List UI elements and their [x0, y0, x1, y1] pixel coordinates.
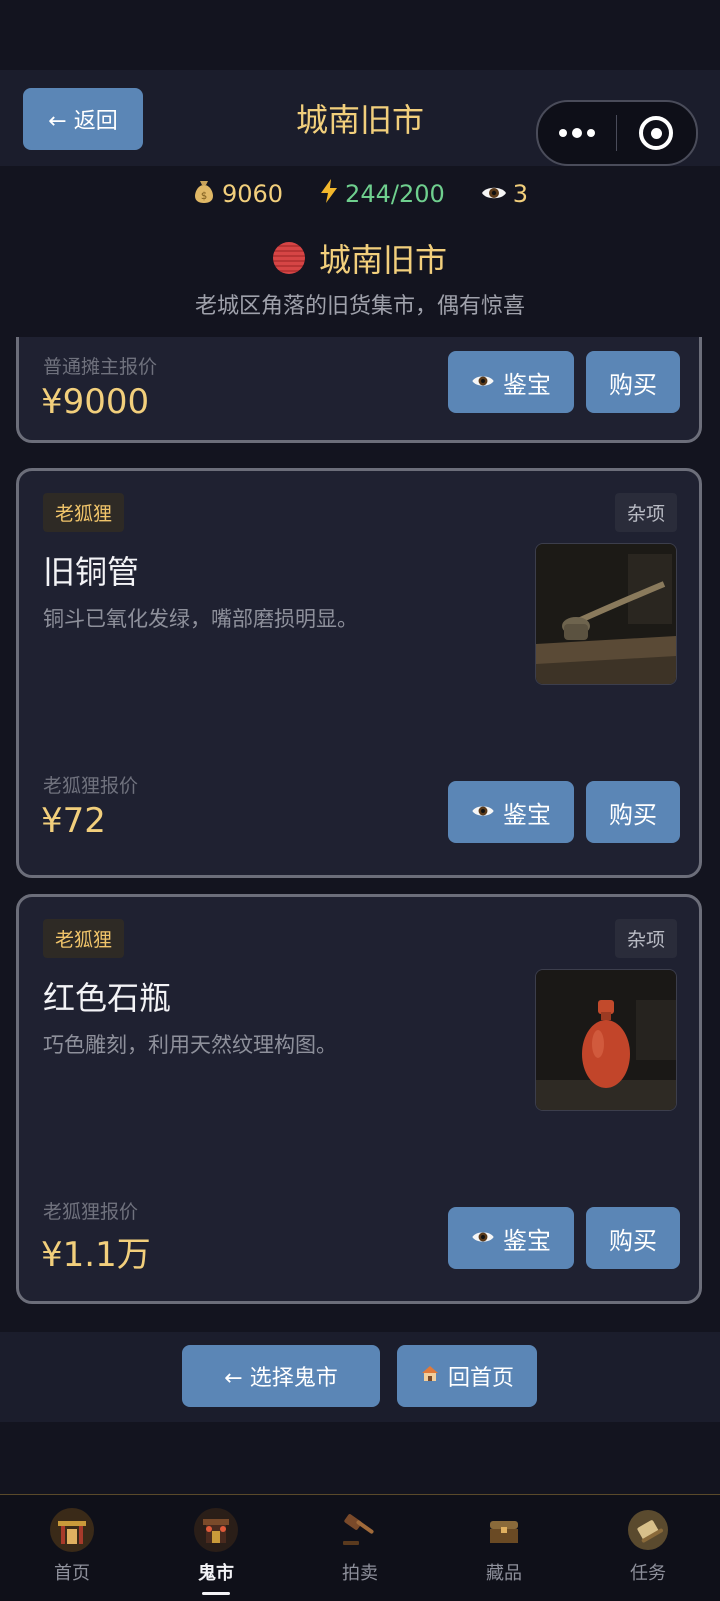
item-card: 老狐狸 杂项 红色石瓶 巧色雕刻，利用天然纹理构图。 老狐狸报价 ¥1.1万 鉴…	[16, 894, 702, 1304]
tab-label: 任务	[630, 1563, 666, 1584]
buy-label: 购买	[609, 800, 657, 829]
item-card: 普通摊主报价 ¥9000 鉴宝 购买	[16, 337, 702, 443]
bottle-image	[536, 970, 676, 1110]
item-list[interactable]: 普通摊主报价 ¥9000 鉴宝 购买 老狐狸 杂项 旧铜管 铜斗已氧化发绿，嘴部…	[0, 337, 720, 1332]
market-description: 老城区角落的旧货集市，偶有惊喜	[194, 294, 525, 319]
price-value: ¥72	[41, 801, 106, 841]
eye-icon	[481, 180, 507, 208]
item-description: 铜斗已氧化发绿，嘴部磨损明显。	[43, 607, 358, 631]
house-icon	[420, 1363, 440, 1389]
money-stat: $ 9060	[192, 178, 283, 210]
price-label: 普通摊主报价	[43, 356, 158, 378]
appraise-button[interactable]: 鉴宝	[448, 351, 574, 413]
appraise-label: 鉴宝	[503, 800, 551, 829]
price-label: 老狐狸报价	[43, 775, 139, 797]
seller-tag: 老狐狸	[43, 919, 125, 958]
market-heading: 城南旧市	[0, 234, 720, 282]
buy-button[interactable]: 购买	[586, 1207, 680, 1269]
home-label: 回首页	[447, 1366, 514, 1391]
item-name: 旧铜管	[43, 553, 140, 591]
lantern-icon	[272, 242, 305, 274]
gavel-icon	[337, 1507, 383, 1553]
miniprogram-capsule	[536, 100, 698, 166]
category-tag: 杂项	[614, 493, 677, 532]
home-button[interactable]: 回首页	[397, 1345, 537, 1407]
close-miniprogram-icon[interactable]	[617, 102, 695, 164]
tab-label: 鬼市	[198, 1563, 234, 1584]
gate-icon	[49, 1507, 95, 1553]
tab-market[interactable]: 鬼市	[144, 1495, 288, 1601]
buy-button[interactable]: 购买	[586, 781, 680, 843]
market-name: 城南旧市	[318, 241, 447, 279]
item-thumbnail[interactable]	[535, 969, 677, 1111]
status-bar	[0, 0, 720, 70]
money-bag-icon: $	[192, 178, 216, 210]
item-description: 巧色雕刻，利用天然纹理构图。	[43, 1033, 337, 1057]
price-value: ¥1.1万	[41, 1235, 151, 1275]
eye-icon	[471, 1226, 495, 1251]
item-name: 红色石瓶	[43, 979, 172, 1017]
market-icon	[193, 1507, 239, 1553]
select-market-button[interactable]: ← 选择鬼市	[182, 1345, 380, 1407]
back-button-label: ← 返回	[48, 109, 118, 134]
views-stat: 3	[481, 180, 528, 208]
tab-label: 首页	[54, 1563, 90, 1584]
buy-label: 购买	[609, 1226, 657, 1255]
tab-bar: 首页 鬼市 拍卖 藏品 任务	[0, 1494, 720, 1601]
eye-icon	[471, 370, 495, 395]
price-label: 老狐狸报价	[43, 1201, 139, 1223]
player-stats: $ 9060 244/200 3	[0, 174, 720, 214]
tab-auction[interactable]: 拍卖	[288, 1495, 432, 1601]
eye-icon	[471, 800, 495, 825]
appraise-label: 鉴宝	[503, 1226, 551, 1255]
energy-value: 244/200	[345, 180, 445, 208]
tab-home[interactable]: 首页	[0, 1495, 144, 1601]
tab-label: 拍卖	[342, 1563, 378, 1584]
lightning-icon	[319, 178, 339, 210]
tab-label: 藏品	[486, 1563, 522, 1584]
back-button[interactable]: ← 返回	[23, 88, 143, 150]
appraise-label: 鉴宝	[503, 370, 551, 399]
buy-button[interactable]: 购买	[586, 351, 680, 413]
money-value: 9060	[221, 180, 284, 208]
chest-icon	[481, 1507, 527, 1553]
tab-tasks[interactable]: 任务	[576, 1495, 720, 1601]
price-value: ¥9000	[41, 382, 150, 422]
seller-tag: 老狐狸	[43, 493, 125, 532]
buy-label: 购买	[609, 370, 657, 399]
tab-collection[interactable]: 藏品	[432, 1495, 576, 1601]
appraise-button[interactable]: 鉴宝	[448, 781, 574, 843]
select-market-label: ← 选择鬼市	[224, 1366, 338, 1391]
item-card: 老狐狸 杂项 旧铜管 铜斗已氧化发绿，嘴部磨损明显。 老狐狸报价 ¥72 鉴宝 …	[16, 468, 702, 878]
views-value: 3	[512, 180, 529, 208]
svg-text:$: $	[201, 191, 207, 202]
pipe-image	[536, 544, 676, 684]
category-tag: 杂项	[614, 919, 677, 958]
appraise-button[interactable]: 鉴宝	[448, 1207, 574, 1269]
more-menu-icon[interactable]	[538, 102, 616, 164]
item-thumbnail[interactable]	[535, 543, 677, 685]
scroll-icon	[625, 1507, 671, 1553]
energy-stat: 244/200	[319, 178, 445, 210]
